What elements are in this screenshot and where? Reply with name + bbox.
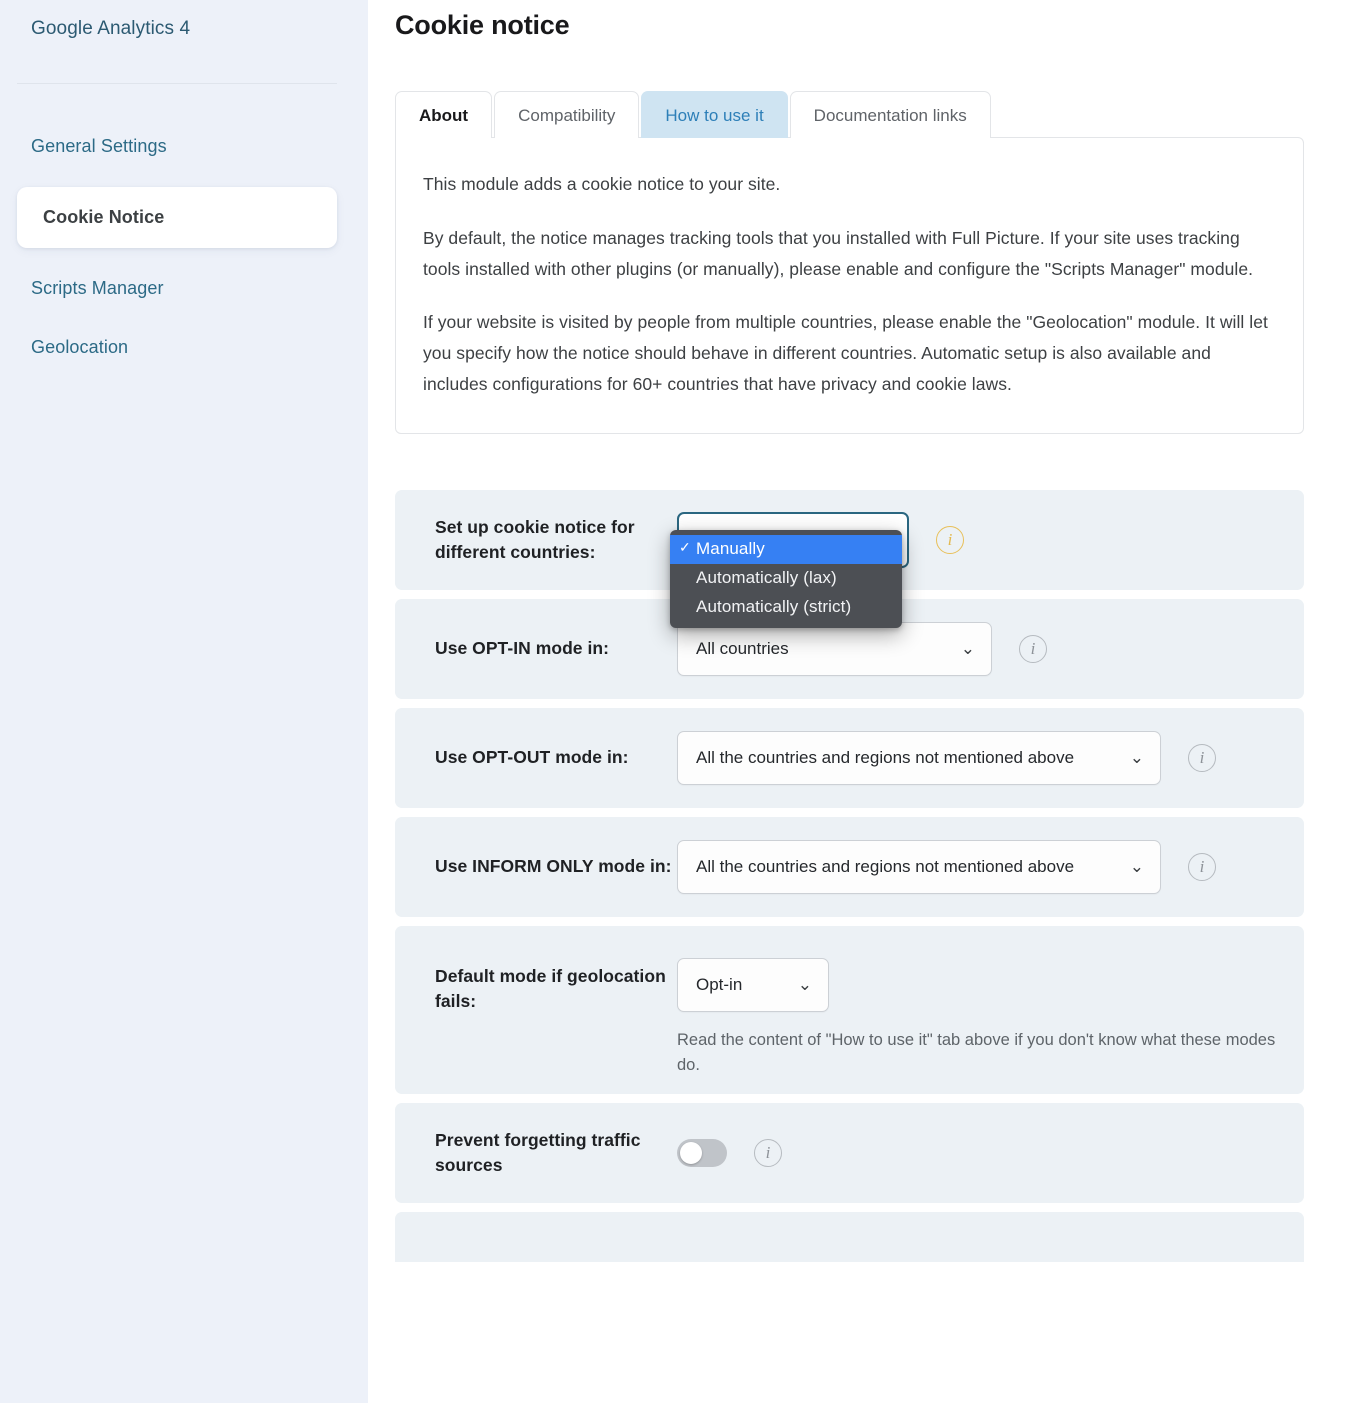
- dropdown-option-manually[interactable]: ✓ Manually: [670, 534, 902, 564]
- info-icon-opt-in[interactable]: i: [1019, 634, 1047, 663]
- setup-countries-control: ✓ Manually Automatically (lax) Automatic…: [670, 511, 1304, 628]
- about-paragraph-3: If your website is visited by people fro…: [423, 312, 1268, 394]
- chevron-down-icon: ⌄: [1129, 747, 1144, 767]
- setting-row-setup-countries: Set up cookie notice for different count…: [395, 489, 1304, 628]
- sidebar-title: Google Analytics 4: [31, 18, 191, 39]
- info-icon-setup-countries[interactable]: i: [936, 525, 964, 554]
- setting-row-prevent-forgetting: Prevent forgetting traffic sources i: [395, 1102, 1304, 1203]
- toggle-knob: [680, 1141, 702, 1164]
- setting-label-default-mode: Default mode if geolocation fails:: [435, 965, 666, 1011]
- app-root: Google Analytics 4 General Settings Cook…: [0, 0, 1350, 1403]
- sidebar-item-cookie-notice[interactable]: Cookie Notice: [17, 187, 337, 248]
- about-panel: This module adds a cookie notice to your…: [395, 137, 1304, 434]
- sidebar-item-general-settings[interactable]: General Settings: [0, 128, 368, 165]
- dropdown-option-label: Manually: [696, 538, 765, 558]
- info-icon-inform-only[interactable]: i: [1188, 852, 1216, 881]
- inform-only-select[interactable]: All the countries and regions not mentio…: [677, 839, 1161, 894]
- dropdown-option-label: Automatically (lax): [696, 567, 837, 587]
- default-mode-select[interactable]: Opt-in ⌄: [677, 957, 829, 1012]
- default-mode-select-value: Opt-in: [696, 974, 743, 994]
- opt-in-select-value: All countries: [696, 638, 789, 658]
- default-mode-helper-text: Read the content of "How to use it" tab …: [677, 1030, 1276, 1075]
- info-icon-prevent-forgetting[interactable]: i: [754, 1138, 782, 1167]
- settings-list: Set up cookie notice for different count…: [395, 489, 1304, 1262]
- tab-documentation-links[interactable]: Documentation links: [789, 91, 991, 138]
- opt-out-control: All the countries and regions not mentio…: [677, 730, 1304, 785]
- inform-only-control: All the countries and regions not mentio…: [677, 839, 1304, 894]
- setting-label-prevent-forgetting: Prevent forgetting traffic sources: [435, 1129, 641, 1175]
- dropdown-option-label: Automatically (strict): [696, 596, 852, 616]
- main-content: Cookie notice About Compatibility How to…: [368, 0, 1350, 1403]
- opt-out-select[interactable]: All the countries and regions not mentio…: [677, 730, 1161, 785]
- default-mode-control: Opt-in ⌄ Read the content of "How to use…: [677, 957, 1304, 1079]
- tab-about[interactable]: About: [395, 91, 493, 139]
- setup-countries-select[interactable]: ✓ Manually Automatically (lax) Automatic…: [670, 511, 909, 628]
- inform-only-select-value: All the countries and regions not mentio…: [696, 856, 1075, 876]
- setting-label-opt-in: Use OPT-IN mode in:: [435, 638, 610, 659]
- sidebar-item-scripts-manager[interactable]: Scripts Manager: [0, 270, 368, 307]
- sidebar-nav: General Settings Cookie Notice Scripts M…: [0, 84, 368, 366]
- chevron-down-icon: ⌄: [960, 638, 975, 658]
- setting-row-partial-next: [395, 1211, 1304, 1262]
- about-paragraph-2: By default, the notice manages tracking …: [423, 227, 1254, 279]
- check-icon: ✓: [679, 538, 691, 555]
- page-title: Cookie notice: [395, 10, 570, 40]
- tab-compatibility[interactable]: Compatibility: [494, 91, 640, 138]
- prevent-forgetting-toggle[interactable]: [677, 1138, 727, 1167]
- dropdown-option-automatically-lax[interactable]: Automatically (lax): [670, 564, 902, 593]
- setting-row-opt-out: Use OPT-OUT mode in: All the countries a…: [395, 707, 1304, 808]
- setting-row-inform-only: Use INFORM ONLY mode in: All the countri…: [395, 816, 1304, 917]
- opt-out-select-value: All the countries and regions not mentio…: [696, 747, 1075, 767]
- setting-label-opt-out: Use OPT-OUT mode in:: [435, 747, 629, 768]
- about-paragraph-1: This module adds a cookie notice to your…: [423, 174, 781, 194]
- info-icon-opt-out[interactable]: i: [1188, 743, 1216, 772]
- tab-bar: About Compatibility How to use it Docume…: [395, 91, 1304, 139]
- opt-in-select[interactable]: All countries ⌄: [677, 621, 992, 676]
- setup-countries-dropdown-menu: ✓ Manually Automatically (lax) Automatic…: [670, 529, 902, 628]
- opt-in-control: All countries ⌄ i: [677, 621, 1304, 676]
- prevent-forgetting-control: i: [677, 1138, 1304, 1167]
- dropdown-option-automatically-strict[interactable]: Automatically (strict): [670, 593, 902, 622]
- setting-row-default-mode: Default mode if geolocation fails: Opt-i…: [395, 925, 1304, 1094]
- sidebar: Google Analytics 4 General Settings Cook…: [0, 0, 368, 1403]
- chevron-down-icon: ⌄: [797, 974, 812, 994]
- setting-label-inform-only: Use INFORM ONLY mode in:: [435, 856, 672, 877]
- chevron-down-icon: ⌄: [1129, 856, 1144, 876]
- tab-how-to-use-it[interactable]: How to use it: [641, 91, 788, 138]
- setting-label-setup-countries: Set up cookie notice for different count…: [435, 516, 635, 562]
- sidebar-item-geolocation[interactable]: Geolocation: [0, 329, 368, 366]
